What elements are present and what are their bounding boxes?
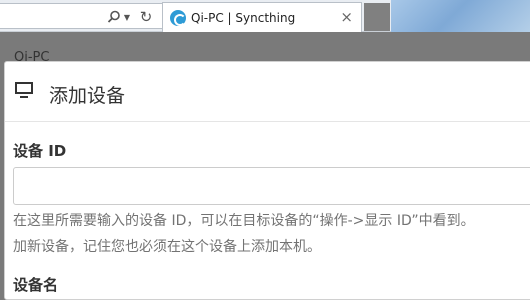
- monitor-icon: [14, 80, 34, 100]
- new-tab-button[interactable]: [364, 3, 390, 31]
- address-bar[interactable]: ▼ ↻: [0, 3, 164, 29]
- refresh-icon[interactable]: ↻: [139, 8, 153, 26]
- add-device-modal: 添加设备 设备 ID 在这里所需要输入的设备 ID，可以在目标设备的“操作->显…: [4, 61, 530, 300]
- device-id-input[interactable]: [13, 167, 530, 205]
- search-icon-graphic: [107, 10, 120, 23]
- modal-title: 添加设备: [49, 85, 126, 107]
- tab-syncthing[interactable]: Qi-PC | Syncthing ×: [162, 2, 362, 32]
- browser-chrome: ▼ ↻ Qi-PC | Syncthing ×: [0, 0, 530, 32]
- syncthing-logo-icon: [170, 10, 186, 26]
- search-icon[interactable]: [106, 9, 122, 25]
- close-icon[interactable]: ×: [340, 8, 353, 26]
- window-background: [391, 0, 530, 32]
- device-id-help-line1: 在这里所需要输入的设备 ID，可以在目标设备的“操作->显示 ID”中看到。: [13, 213, 475, 229]
- monitor-icon-graphic: [15, 82, 33, 98]
- device-id-label: 设备 ID: [13, 142, 67, 160]
- device-id-help-line2: 加新设备，记住您也必须在这个设备上添加本机。: [13, 239, 321, 255]
- tab-title: Qi-PC | Syncthing: [191, 11, 296, 25]
- modal-header: 添加设备: [5, 62, 530, 122]
- device-name-label: 设备名: [13, 276, 59, 294]
- chevron-down-icon[interactable]: ▼: [123, 9, 131, 25]
